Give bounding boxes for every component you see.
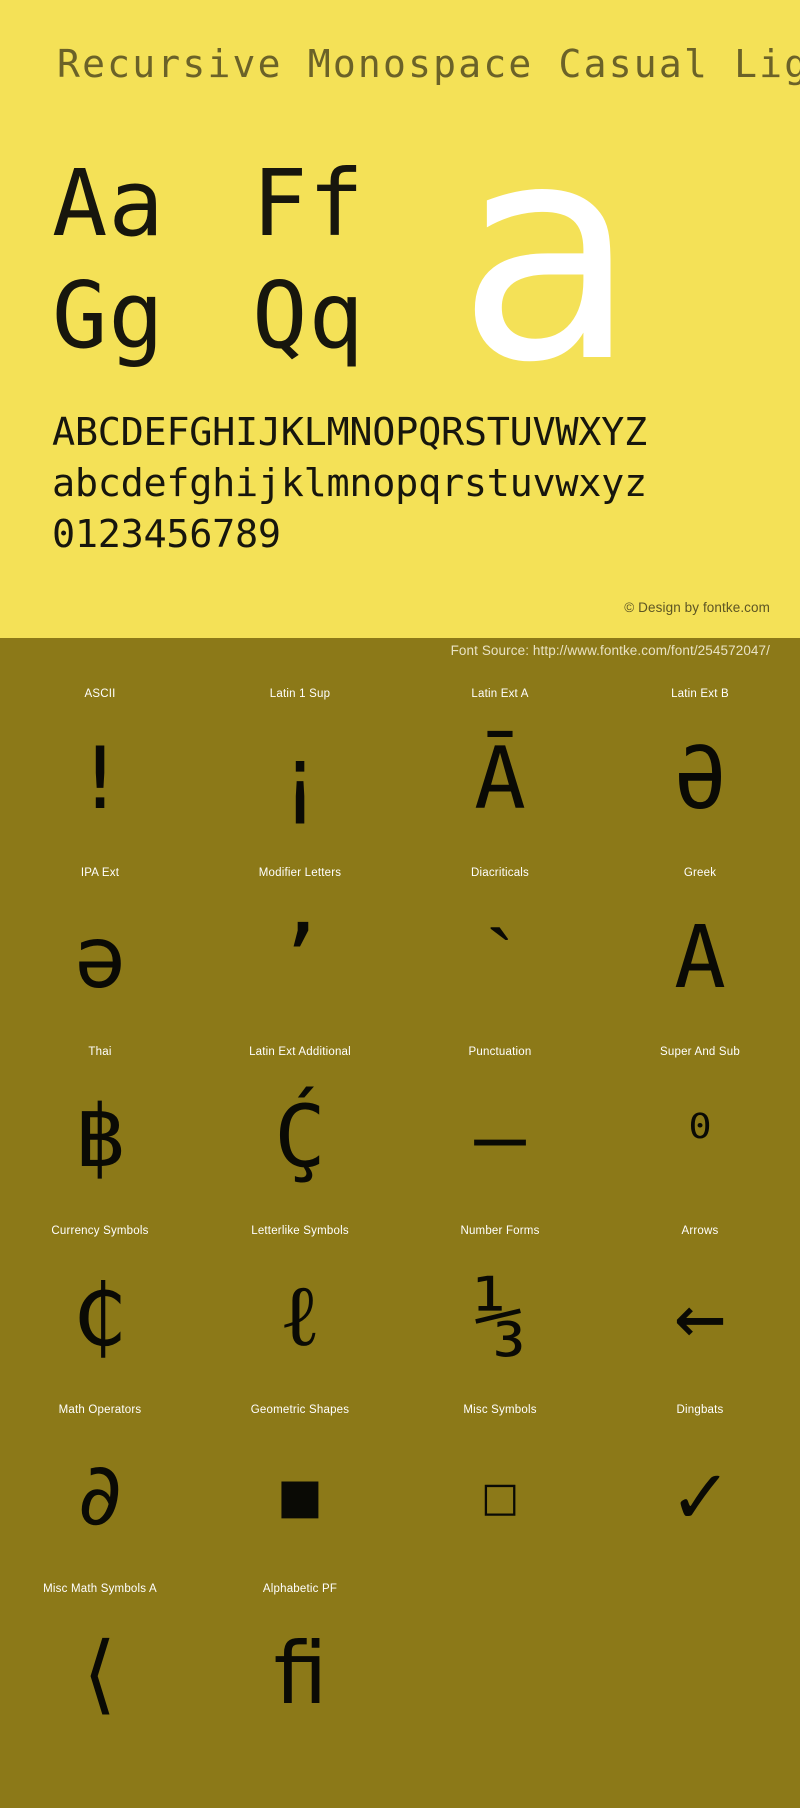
font-specimen-page: Recursive Monospace Casual Light a Aa Ff… — [0, 0, 800, 1808]
block-row: Thai ฿ Latin Ext Additional Ḉ Punctuatio… — [0, 1042, 800, 1221]
block-label: Super And Sub — [660, 1046, 740, 1058]
block-cell-ipa-ext[interactable]: IPA Ext ə — [0, 863, 200, 1042]
block-label: Modifier Letters — [258, 867, 342, 879]
block-label: Dingbats — [676, 1404, 724, 1416]
letter-pair-row: Gg Qq — [52, 260, 452, 372]
block-label: Letterlike Symbols — [251, 1225, 349, 1237]
block-label: Latin Ext A — [471, 688, 529, 700]
block-glyph: ¡ — [274, 729, 326, 829]
block-cell-dingbats[interactable]: Dingbats ✓ — [600, 1400, 800, 1579]
block-cell-punctuation[interactable]: Punctuation – — [400, 1042, 600, 1221]
block-cell-alphabetic-pf[interactable]: Alphabetic PF ﬁ — [200, 1579, 400, 1758]
block-cell-geometric-shapes[interactable]: Geometric Shapes ■ — [200, 1400, 400, 1579]
block-cell-latin-ext-b[interactable]: Latin Ext B Ə — [600, 684, 800, 863]
letter-pair: Qq — [252, 262, 365, 369]
block-glyph: ℓ — [279, 1266, 321, 1366]
block-glyph: – — [474, 1087, 526, 1187]
block-glyph: Ə — [674, 729, 726, 829]
letter-pair: Ff — [252, 150, 365, 257]
block-glyph: Ḉ — [274, 1087, 326, 1187]
block-glyph: ʼ — [274, 908, 326, 1008]
block-glyph: ← — [674, 1266, 726, 1366]
block-label: Latin 1 Sup — [269, 688, 331, 700]
alphabet-sample: ABCDEFGHIJKLMNOPQRSTUVWXYZ abcdefghijklm… — [52, 408, 647, 560]
block-glyph: ☐ — [481, 1458, 519, 1531]
alphabet-digits: 0123456789 — [52, 511, 281, 557]
block-label: Arrows — [681, 1225, 719, 1237]
block-label: Alphabetic PF — [262, 1583, 338, 1595]
block-label: Currency Symbols — [51, 1225, 149, 1237]
hero-panel: Recursive Monospace Casual Light a Aa Ff… — [0, 0, 800, 638]
letter-pair: Aa — [52, 150, 165, 257]
block-cell-math-operators[interactable]: Math Operators ∂ — [0, 1400, 200, 1579]
alphabet-uppercase: ABCDEFGHIJKLMNOPQRSTUVWXYZ — [52, 410, 647, 455]
source-bar: Font Source: http://www.fontke.com/font/… — [0, 638, 800, 670]
block-cell-diacriticals[interactable]: Diacriticals ˋ — [400, 863, 600, 1042]
block-glyph: ∂ — [74, 1445, 126, 1545]
block-label: Misc Math Symbols A — [43, 1583, 157, 1595]
block-label: ASCII — [84, 688, 116, 700]
block-glyph: ⅓ — [474, 1266, 526, 1366]
block-glyph: ₵ — [74, 1266, 126, 1366]
block-row: Math Operators ∂ Geometric Shapes ■ Misc… — [0, 1400, 800, 1579]
block-glyph: ˋ — [485, 908, 515, 1008]
block-cell-arrows[interactable]: Arrows ← — [600, 1221, 800, 1400]
alphabet-lowercase: abcdefghijklmnopqrstuvwxyz — [52, 460, 647, 506]
block-cell-empty — [600, 1579, 800, 1758]
watermark-glyph: a — [455, 79, 636, 428]
block-glyph: ﬁ — [274, 1624, 326, 1724]
block-label: Math Operators — [58, 1404, 142, 1416]
block-label: Diacriticals — [471, 867, 529, 879]
page-title: Recursive Monospace Casual Light — [57, 42, 800, 86]
block-label: Thai — [88, 1046, 112, 1058]
block-cell-latin-ext-additional[interactable]: Latin Ext Additional Ḉ — [200, 1042, 400, 1221]
copyright-notice: © Design by fontke.com — [624, 600, 770, 615]
block-cell-empty — [400, 1579, 600, 1758]
block-glyph: ⟨ — [74, 1624, 126, 1724]
block-label: Misc Symbols — [463, 1404, 537, 1416]
letter-pairs: Aa Ff Gg Qq — [52, 148, 452, 372]
block-label: Latin Ext B — [671, 688, 729, 700]
letter-pair-row: Aa Ff — [52, 148, 452, 260]
block-glyph: ⁰ — [681, 1100, 719, 1173]
block-label: Latin Ext Additional — [249, 1046, 351, 1058]
block-label: Geometric Shapes — [250, 1404, 350, 1416]
block-glyph: ə — [74, 908, 126, 1008]
block-label: Greek — [683, 867, 717, 879]
block-cell-ascii[interactable]: ASCII ! — [0, 684, 200, 863]
block-glyph: ฿ — [74, 1087, 126, 1187]
font-source-link[interactable]: Font Source: http://www.fontke.com/font/… — [451, 643, 770, 658]
block-cell-latin-ext-a[interactable]: Latin Ext A Ā — [400, 684, 600, 863]
block-glyph: Ā — [474, 729, 526, 829]
block-row: Currency Symbols ₵ Letterlike Symbols ℓ … — [0, 1221, 800, 1400]
block-glyph: ! — [74, 729, 126, 829]
block-cell-modifier-letters[interactable]: Modifier Letters ʼ — [200, 863, 400, 1042]
block-row: IPA Ext ə Modifier Letters ʼ Diacritical… — [0, 863, 800, 1042]
block-cell-super-and-sub[interactable]: Super And Sub ⁰ — [600, 1042, 800, 1221]
block-label: IPA Ext — [80, 867, 120, 879]
block-cell-misc-math-symbols-a[interactable]: Misc Math Symbols A ⟨ — [0, 1579, 200, 1758]
block-row: Misc Math Symbols A ⟨ Alphabetic PF ﬁ — [0, 1579, 800, 1758]
block-glyph: ✓ — [674, 1445, 726, 1545]
block-glyph: Α — [674, 908, 726, 1008]
block-label: Punctuation — [468, 1046, 532, 1058]
block-cell-misc-symbols[interactable]: Misc Symbols ☐ — [400, 1400, 600, 1579]
block-cell-thai[interactable]: Thai ฿ — [0, 1042, 200, 1221]
letter-pair: Gg — [52, 262, 165, 369]
block-cell-currency-symbols[interactable]: Currency Symbols ₵ — [0, 1221, 200, 1400]
block-cell-number-forms[interactable]: Number Forms ⅓ — [400, 1221, 600, 1400]
block-cell-letterlike-symbols[interactable]: Letterlike Symbols ℓ — [200, 1221, 400, 1400]
block-label: Number Forms — [460, 1225, 540, 1237]
block-row: ASCII ! Latin 1 Sup ¡ Latin Ext A Ā Lati… — [0, 684, 800, 863]
block-glyph: ■ — [281, 1458, 319, 1531]
unicode-block-grid: ASCII ! Latin 1 Sup ¡ Latin Ext A Ā Lati… — [0, 670, 800, 1758]
block-cell-latin-1-sup[interactable]: Latin 1 Sup ¡ — [200, 684, 400, 863]
block-cell-greek[interactable]: Greek Α — [600, 863, 800, 1042]
